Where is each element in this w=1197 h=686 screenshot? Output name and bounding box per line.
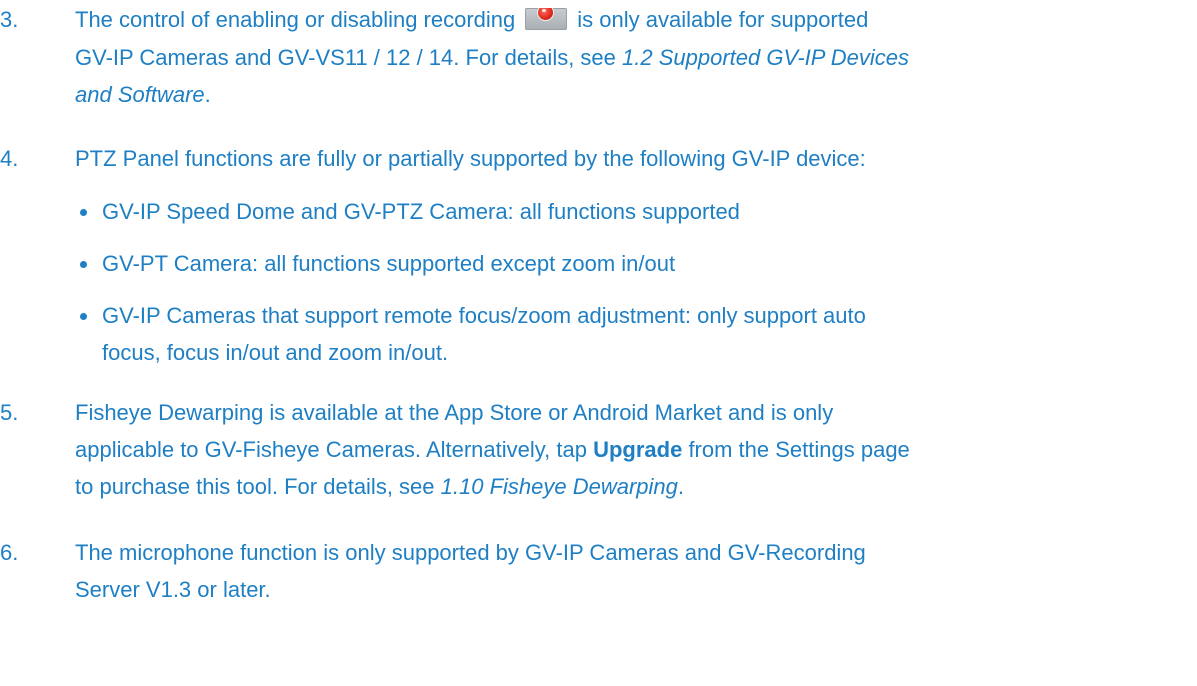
text-line: applicable to GV-Fisheye Cameras. Altern… (75, 437, 594, 462)
text-line: The control of enabling or disabling rec… (75, 7, 516, 32)
list-item-3: 3. The control of enabling or disabling … (0, 2, 1197, 112)
cross-reference-link[interactable]: and Software (75, 82, 205, 107)
cross-reference-link[interactable]: 1.10 Fisheye Dewarping (441, 474, 678, 499)
text-line: . (677, 474, 685, 499)
list-number: 5. (0, 400, 19, 425)
text-line: The microphone function is only supporte… (75, 540, 866, 565)
text-line: from the Settings page (682, 437, 910, 462)
list-number: 4. (0, 146, 19, 171)
list-number: 6. (0, 540, 19, 565)
text-line: Server V1.3 or later. (75, 577, 271, 602)
bullet-text: GV-PT Camera: all functions supported ex… (102, 251, 676, 276)
bullet-text: focus, focus in/out and zoom in/out. (102, 340, 449, 365)
upgrade-label: Upgrade (593, 437, 683, 462)
text-line: is only available for supported (577, 7, 869, 32)
cross-reference-link[interactable]: 1.2 Supported GV-IP Devices (622, 45, 909, 70)
list-item-text: PTZ Panel functions are fully or partial… (75, 146, 866, 171)
list-item-4: 4. PTZ Panel functions are fully or part… (0, 141, 1197, 181)
list-item-5: 5. Fisheye Dewarping is available at the… (0, 395, 1197, 505)
bullet-item: GV-PT Camera: all functions supported ex… (0, 246, 1197, 282)
document-page: 3. The control of enabling or disabling … (0, 0, 1197, 686)
bullet-text: GV-IP Cameras that support remote focus/… (102, 303, 866, 328)
bullet-text: GV-IP Speed Dome and GV-PTZ Camera: all … (102, 199, 740, 224)
text-line: . (204, 82, 211, 107)
list-number: 3. (0, 7, 19, 32)
record-icon (525, 8, 568, 30)
bullet-item: GV-IP Speed Dome and GV-PTZ Camera: all … (0, 194, 1197, 230)
text-line: to purchase this tool. For details, see (75, 474, 441, 499)
list-item-6: 6. The microphone function is only suppo… (0, 535, 1197, 609)
bullet-item: GV-IP Cameras that support remote focus/… (0, 298, 1197, 372)
text-line: GV-IP Cameras and GV-VS11 / 12 / 14. For… (75, 45, 623, 70)
text-line: Fisheye Dewarping is available at the Ap… (75, 400, 834, 425)
